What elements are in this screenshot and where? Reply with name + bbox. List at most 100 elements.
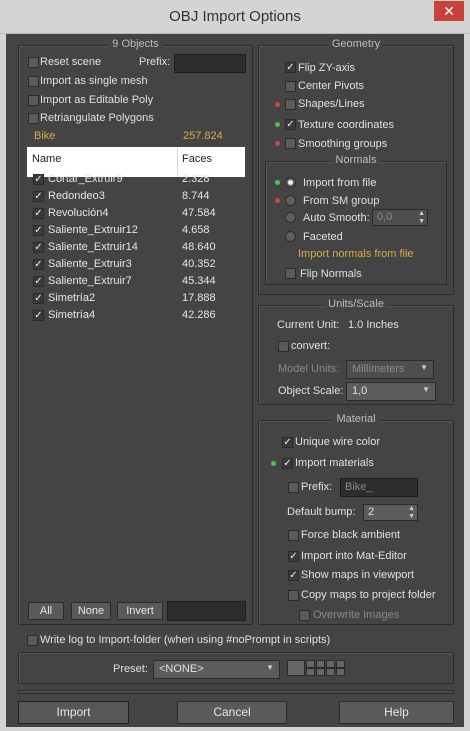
flip-normals-checkbox[interactable] [285, 268, 296, 279]
texture-coords-checkbox[interactable]: ✓ [285, 119, 296, 130]
single-mesh-checkbox[interactable] [28, 76, 39, 87]
row-name: Saliente_Extruir12 [48, 224, 138, 236]
table-row[interactable]: ✓ Simetría4 42.286 [27, 307, 245, 324]
file-faces: 257.824 [183, 130, 223, 142]
material-prefix-label: Prefix: [301, 481, 333, 493]
table-row[interactable]: ✓ Saliente_Extruir7 45.344 [27, 273, 245, 290]
show-maps-checkbox[interactable]: ✓ [288, 570, 299, 581]
unique-wire-checkbox[interactable]: ✓ [282, 437, 293, 448]
overwrite-images-label: Overwrite Images [313, 609, 400, 621]
title-bar: OBJ Import Options ✕ [0, 0, 470, 34]
cancel-button[interactable]: Cancel [177, 701, 287, 724]
row-faces: 48.640 [182, 241, 216, 253]
smoothing-groups-label: Smoothing groups [298, 138, 388, 150]
spinner-arrows-icon[interactable]: ▲ ▼ [408, 505, 415, 521]
auto-smooth-label: Auto Smooth: [303, 212, 370, 224]
current-unit-label: Current Unit: [277, 319, 340, 331]
center-pivots-checkbox[interactable] [285, 81, 296, 92]
objects-group-title: 9 Objects [108, 38, 163, 50]
auto-smooth-radio[interactable] [285, 212, 296, 223]
default-bump-value: 2 [368, 506, 375, 518]
row-name: Saliente_Extruir14 [48, 241, 138, 253]
default-bump-spinner[interactable]: 2 ▲ ▼ [363, 504, 418, 521]
preset-value: <NONE> [159, 663, 204, 675]
editable-poly-checkbox[interactable] [28, 95, 39, 106]
help-button[interactable]: Help [339, 701, 454, 724]
material-prefix-input[interactable]: Bike_ [340, 478, 418, 497]
geometry-group-title: Geometry [327, 38, 385, 50]
row-name: Saliente_Extruir7 [48, 275, 132, 287]
row-checkbox[interactable]: ✓ [33, 276, 44, 287]
shapes-lines-label: Shapes/Lines [298, 98, 365, 110]
texture-coords-label: Texture coordinates [298, 119, 394, 131]
model-units-label: Model Units: [278, 363, 340, 375]
window-border-bottom [0, 727, 470, 731]
row-checkbox[interactable]: ✓ [33, 191, 44, 202]
auto-smooth-spinner[interactable]: 0,0 ▲ ▼ [372, 209, 428, 226]
import-button[interactable]: Import [18, 701, 129, 724]
row-faces: 47.584 [182, 207, 216, 219]
table-row[interactable]: ✓ Saliente_Extruir12 4.658 [27, 222, 245, 239]
row-name: Redondeo3 [48, 190, 105, 202]
preset-label: Preset: [113, 663, 148, 675]
retriangulate-checkbox[interactable] [28, 113, 39, 124]
mat-editor-checkbox[interactable]: ✓ [288, 551, 299, 562]
sm-group-status-dot [275, 198, 280, 203]
shapes-lines-checkbox[interactable] [285, 99, 296, 110]
import-materials-label: Import materials [295, 457, 374, 469]
select-none-button[interactable]: None [71, 602, 111, 620]
units-group-title: Units/Scale [324, 298, 388, 310]
spinner-arrows-icon[interactable]: ▲ ▼ [418, 210, 425, 226]
table-row[interactable]: ✓ Redondeo3 8.744 [27, 188, 245, 205]
current-unit-value: 1.0 Inches [348, 319, 399, 331]
object-scale-select[interactable]: 1,0 ▼ [346, 382, 436, 401]
materials-status-dot [271, 461, 276, 466]
from-sm-group-radio[interactable] [285, 195, 296, 206]
table-row[interactable]: ✓ Simetría2 17.888 [27, 290, 245, 307]
row-checkbox[interactable]: ✓ [33, 242, 44, 253]
table-row[interactable]: ✓ Cortar_Extruir9 2.328 [27, 171, 245, 188]
convert-checkbox[interactable] [278, 341, 289, 352]
column-name-header[interactable]: Name [32, 153, 61, 165]
filter-input[interactable] [167, 601, 246, 621]
auto-smooth-value: 0,0 [377, 211, 393, 223]
table-row[interactable]: ✓ Revolución4 47.584 [27, 205, 245, 222]
faceted-radio[interactable] [285, 231, 296, 242]
unique-wire-label: Unique wire color [295, 436, 380, 448]
row-checkbox[interactable]: ✓ [33, 259, 44, 270]
shapes-status-dot [275, 102, 280, 107]
row-faces: 42.286 [182, 309, 216, 321]
prefix-label: Prefix: [139, 56, 171, 68]
row-checkbox[interactable]: ✓ [33, 293, 44, 304]
column-faces-header[interactable]: Faces [182, 153, 212, 165]
material-prefix-checkbox[interactable] [288, 482, 299, 493]
overwrite-images-checkbox[interactable] [299, 610, 310, 621]
write-log-checkbox[interactable] [27, 635, 38, 646]
copy-maps-checkbox[interactable] [288, 590, 299, 601]
preset-buttons-icon[interactable] [287, 660, 345, 676]
texture-status-dot [275, 122, 280, 127]
chevron-down-icon: ▼ [266, 663, 274, 672]
row-checkbox[interactable]: ✓ [33, 208, 44, 219]
model-units-select[interactable]: Millimeters ▼ [346, 360, 434, 379]
row-faces: 40.352 [182, 258, 216, 270]
reset-scene-checkbox[interactable] [28, 57, 39, 68]
force-black-checkbox[interactable] [288, 530, 299, 541]
select-all-button[interactable]: All [28, 602, 64, 620]
close-icon[interactable]: ✕ [434, 1, 464, 21]
flip-normals-label: Flip Normals [300, 268, 362, 280]
editable-poly-label: Import as Editable Poly [40, 94, 154, 106]
row-checkbox[interactable]: ✓ [33, 174, 44, 185]
preset-select[interactable]: <NONE> ▼ [153, 660, 280, 679]
import-materials-checkbox[interactable]: ✓ [282, 458, 293, 469]
row-checkbox[interactable]: ✓ [33, 310, 44, 321]
row-checkbox[interactable]: ✓ [33, 225, 44, 236]
flip-zy-checkbox[interactable]: ✓ [285, 62, 296, 73]
smoothing-groups-checkbox[interactable] [285, 138, 296, 149]
prefix-input[interactable] [174, 54, 246, 73]
table-row[interactable]: ✓ Saliente_Extruir14 48.640 [27, 239, 245, 256]
row-faces: 17.888 [182, 292, 216, 304]
invert-selection-button[interactable]: Invert [117, 602, 163, 620]
import-from-file-radio[interactable] [285, 177, 296, 188]
table-row[interactable]: ✓ Saliente_Extruir3 40.352 [27, 256, 245, 273]
